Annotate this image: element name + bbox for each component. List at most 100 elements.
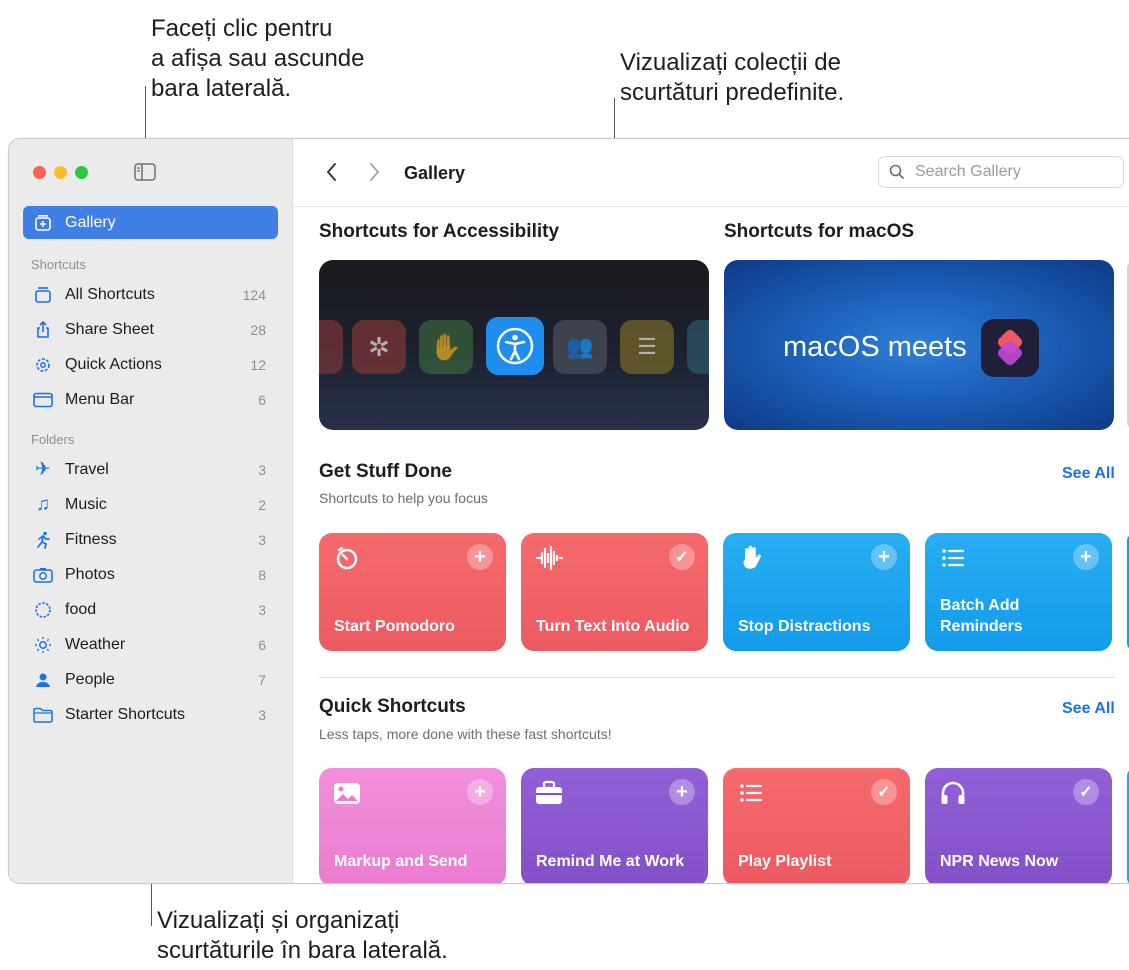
add-shortcut-button[interactable]: + — [871, 544, 897, 570]
share-icon — [32, 319, 54, 341]
icon-strip: ✲ ✋ 👥 ☰ — [319, 317, 709, 375]
sidebar-item-people[interactable]: People 7 — [23, 663, 278, 696]
shortcut-tile-play-playlist[interactable]: ✓ Play Playlist — [723, 768, 910, 883]
photo-icon — [334, 783, 360, 804]
folder-icon — [32, 704, 54, 726]
medical-app-icon: ✲ — [352, 320, 406, 374]
quick-shortcuts-subtitle: Less taps, more done with these fast sho… — [319, 726, 612, 742]
gallery-icon — [32, 212, 54, 234]
sidebar-item-count: 12 — [250, 356, 266, 373]
callout-gallery-collections: Vizualizați colecții de scurtături prede… — [620, 49, 845, 106]
airplane-icon: ✈ — [35, 459, 51, 480]
shortcut-tile-markup-and-send[interactable]: + Markup and Send — [319, 768, 506, 883]
shortcut-tile-batch-add-reminders[interactable]: + Batch Add Reminders — [925, 533, 1112, 651]
tile-label: Remind Me at Work — [536, 853, 685, 870]
tile-label: Stop Distractions — [738, 618, 871, 635]
search-field[interactable] — [878, 156, 1124, 188]
add-shortcut-button[interactable]: + — [467, 544, 493, 570]
back-chevron-icon[interactable] — [323, 161, 341, 183]
search-icon — [889, 164, 905, 180]
macos-section-title: Shortcuts for macOS — [724, 221, 915, 242]
gallery-main: Gallery Shortcuts for Accessibility Shor… — [293, 139, 1129, 883]
sidebar-item-starter-shortcuts[interactable]: Starter Shortcuts 3 — [23, 698, 278, 731]
shortcut-tile-npr-news-now[interactable]: ✓ NPR News Now — [925, 768, 1112, 883]
accessibility-banner[interactable]: ✲ ✋ 👥 ☰ — [319, 260, 709, 430]
sidebar-item-label: Music — [65, 495, 107, 513]
sidebar-item-travel[interactable]: ✈ Travel 3 — [23, 453, 278, 486]
minimize-button[interactable] — [54, 166, 67, 179]
sidebar-item-count: 3 — [258, 531, 266, 548]
waveform-icon — [535, 545, 564, 571]
sidebar-item-label: People — [65, 670, 115, 688]
sidebar-item-food[interactable]: food 3 — [23, 593, 278, 626]
quick-shortcuts-see-all-link[interactable]: See All — [1062, 700, 1115, 718]
close-button[interactable] — [33, 166, 46, 179]
sidebar-item-label: Fitness — [65, 530, 117, 548]
callout-sidebar-toggle: Faceți clic pentru a afișa sau ascunde b… — [151, 15, 365, 102]
section-header-shortcuts: Shortcuts — [31, 257, 86, 272]
timer-icon — [336, 546, 358, 570]
shortcuts-app-icon — [981, 319, 1039, 377]
running-figure-icon — [32, 529, 54, 551]
dashed-circle-icon — [32, 599, 54, 621]
sidebar-item-weather[interactable]: Weather 6 — [23, 628, 278, 661]
sidebar-item-share-sheet[interactable]: Share Sheet 28 — [23, 313, 278, 346]
shortcuts-window: Gallery Shortcuts All Shortcuts 124 Shar… — [8, 138, 1129, 884]
sidebar-item-count: 7 — [258, 671, 266, 688]
shortcut-tile-start-pomodoro[interactable]: + Start Pomodoro — [319, 533, 506, 651]
sidebar-item-quick-actions[interactable]: Quick Actions 12 — [23, 348, 278, 381]
hand-icon — [743, 545, 761, 569]
person-icon — [32, 669, 54, 691]
zoom-button[interactable] — [75, 166, 88, 179]
added-checkmark-button[interactable]: ✓ — [669, 544, 695, 570]
forward-chevron-icon[interactable] — [365, 161, 383, 183]
list-icon — [942, 549, 965, 567]
added-checkmark-button[interactable]: ✓ — [871, 779, 897, 805]
sidebar-item-label: Gallery — [65, 213, 116, 231]
menubar-icon — [32, 389, 54, 411]
sidebar-item-menu-bar[interactable]: Menu Bar 6 — [23, 383, 278, 416]
add-shortcut-button[interactable]: + — [1073, 544, 1099, 570]
tile-label: Batch Add Reminders — [940, 597, 1023, 635]
macos-banner[interactable]: macOS meets — [724, 260, 1114, 430]
list-icon — [740, 784, 763, 802]
sun-icon — [32, 634, 54, 656]
sidebar-item-count: 6 — [258, 636, 266, 653]
shortcut-tile-turn-text-into-audio[interactable]: ✓ Turn Text Into Audio — [521, 533, 708, 651]
sidebar-item-photos[interactable]: Photos 8 — [23, 558, 278, 591]
sidebar-item-label: Share Sheet — [65, 320, 154, 338]
sidebar-item-count: 2 — [258, 496, 266, 513]
sidebar-item-count: 3 — [258, 706, 266, 723]
gear-icon — [32, 354, 54, 376]
sidebar-item-label: Menu Bar — [65, 390, 135, 408]
sidebar-item-label: Starter Shortcuts — [65, 705, 186, 723]
sidebar-item-gallery[interactable]: Gallery — [23, 206, 278, 239]
sidebar-item-count: 3 — [258, 601, 266, 618]
quick-shortcuts-title: Quick Shortcuts — [319, 696, 466, 717]
get-stuff-done-see-all-link[interactable]: See All — [1062, 465, 1115, 483]
sidebar: Gallery Shortcuts All Shortcuts 124 Shar… — [9, 139, 293, 883]
added-checkmark-button[interactable]: ✓ — [1073, 779, 1099, 805]
get-stuff-done-title: Get Stuff Done — [319, 461, 452, 482]
sidebar-item-all-shortcuts[interactable]: All Shortcuts 124 — [23, 278, 278, 311]
shortcut-tile-remind-me-at-work[interactable]: + Remind Me at Work — [521, 768, 708, 883]
macos-banner-text: macOS meets — [783, 331, 967, 363]
add-shortcut-button[interactable]: + — [467, 779, 493, 805]
sidebar-toggle-icon[interactable] — [134, 163, 156, 181]
sidebar-item-count: 3 — [258, 461, 266, 478]
accessibility-app-icon — [486, 317, 544, 375]
accessibility-icon — [496, 327, 534, 365]
sidebar-item-count: 28 — [250, 321, 266, 338]
accessibility-section-title: Shortcuts for Accessibility — [319, 221, 560, 242]
tile-label: Play Playlist — [738, 853, 832, 870]
sidebar-item-music[interactable]: ♫ Music 2 — [23, 488, 278, 521]
get-stuff-done-subtitle: Shortcuts to help you focus — [319, 490, 488, 506]
search-input[interactable] — [913, 162, 1107, 182]
add-shortcut-button[interactable]: + — [669, 779, 695, 805]
shortcut-tile-stop-distractions[interactable]: + Stop Distractions — [723, 533, 910, 651]
partial-app-icon — [319, 320, 343, 374]
sidebar-item-count: 6 — [258, 391, 266, 408]
people-app-icon: 👥 — [553, 320, 607, 374]
tile-label: NPR News Now — [940, 853, 1059, 870]
sidebar-item-fitness[interactable]: Fitness 3 — [23, 523, 278, 556]
